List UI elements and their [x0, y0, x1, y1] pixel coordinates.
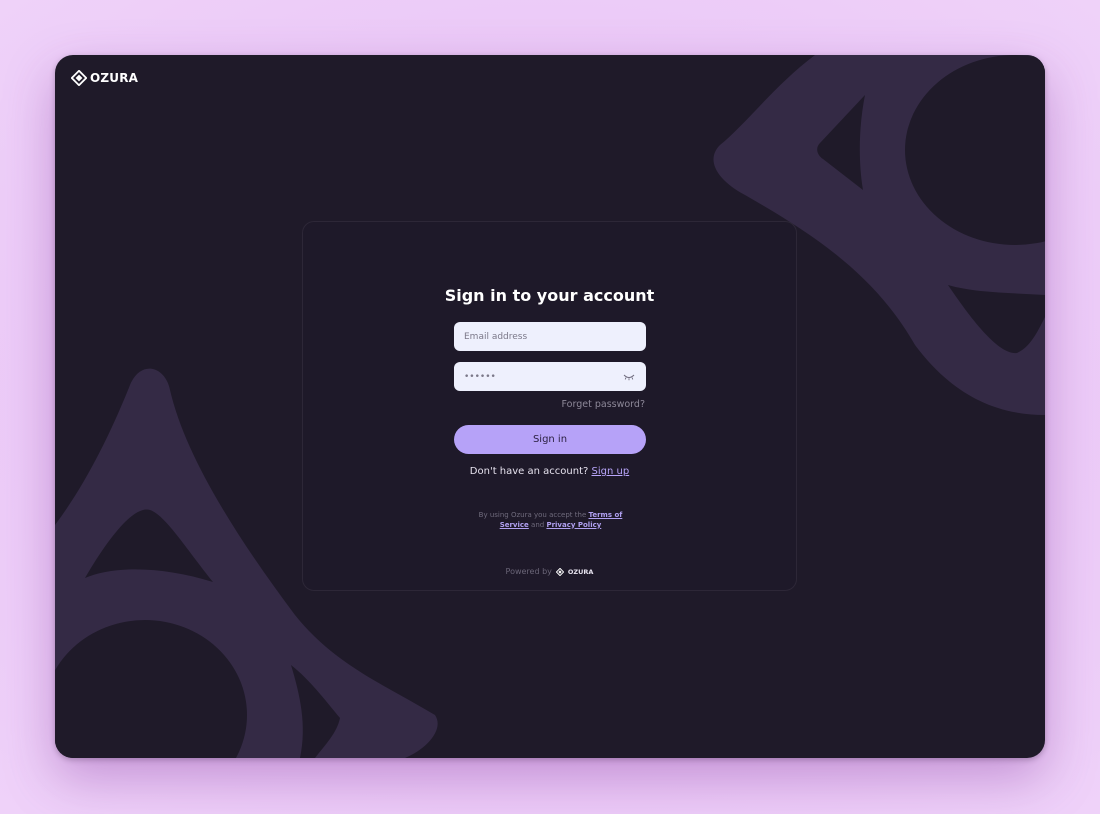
brand-name: OZURA — [90, 71, 139, 85]
password-input[interactable] — [464, 371, 622, 382]
legal-notice: By using Ozura you accept the Terms of S… — [468, 511, 633, 530]
signin-card: Sign in to your account Forget password?… — [302, 221, 797, 591]
legal-and: and — [531, 520, 545, 529]
legal-prefix: By using Ozura you accept the — [478, 511, 587, 519]
app-window: OZURA Sign in to your account Forget pas… — [55, 55, 1045, 758]
no-account-text: Don't have an account? — [469, 466, 589, 477]
powered-by-brand: OZURA — [567, 567, 594, 576]
ozura-diamond-icon — [555, 567, 564, 576]
email-field-container[interactable] — [454, 322, 646, 351]
email-input[interactable] — [464, 331, 636, 342]
signin-button[interactable]: Sign in — [454, 425, 646, 454]
signup-link[interactable]: Sign up — [592, 466, 630, 477]
page-title: Sign in to your account — [444, 286, 655, 305]
password-visibility-toggle[interactable] — [622, 372, 636, 382]
ozura-diamond-icon — [71, 70, 87, 86]
password-field-container[interactable] — [454, 362, 646, 391]
privacy-policy-link[interactable]: Privacy Policy — [546, 521, 601, 529]
powered-by-footer: Powered by OZURA — [303, 567, 796, 576]
powered-by-text: Powered by — [505, 567, 552, 576]
eye-closed-icon — [623, 374, 635, 380]
brand-logo[interactable]: OZURA — [71, 70, 138, 86]
forgot-password-link[interactable]: Forget password? — [562, 399, 645, 410]
signup-row: Don't have an account? Sign up — [303, 466, 796, 477]
